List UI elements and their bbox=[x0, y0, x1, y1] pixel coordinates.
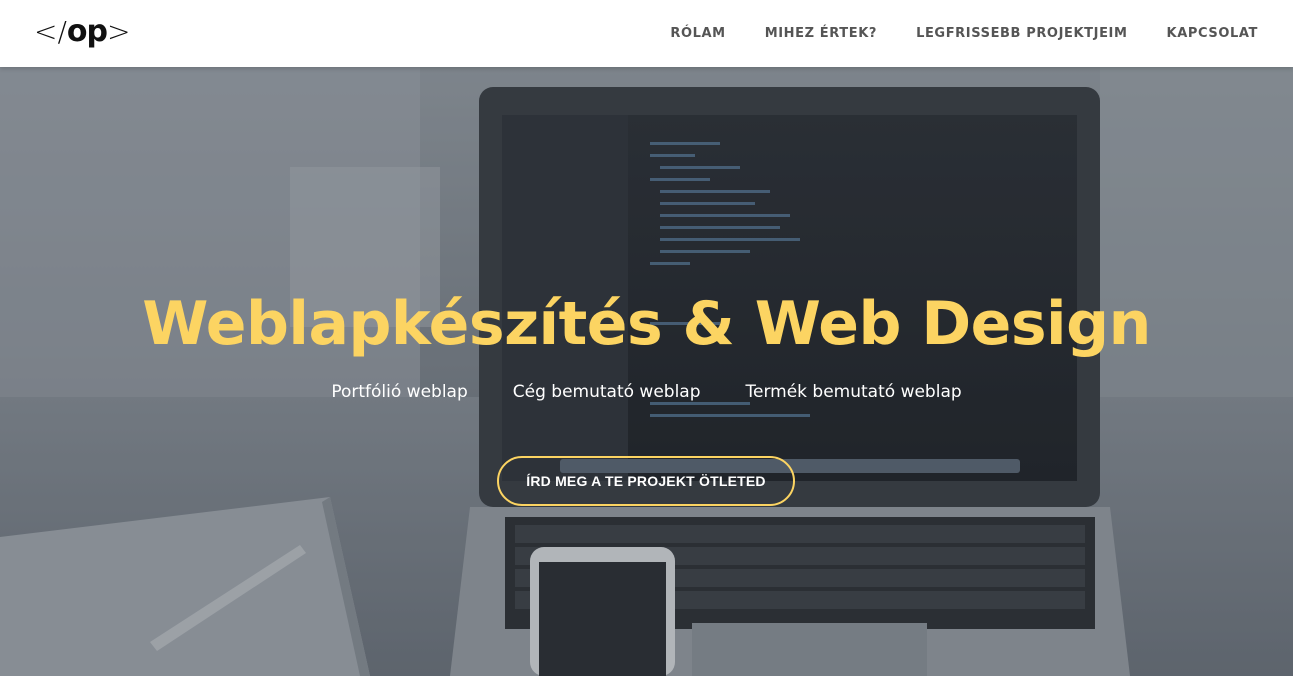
hero-overlay bbox=[0, 67, 1293, 676]
nav-item-kapcsolat[interactable]: KAPCSOLAT bbox=[1167, 26, 1258, 41]
cta-button[interactable]: ÍRD MEG A TE PROJEKT ÖTLETED bbox=[497, 456, 795, 506]
nav-item-mihez-ertek[interactable]: MIHEZ ÉRTEK? bbox=[765, 26, 877, 41]
nav-item-legfrissebb-projektjeim[interactable]: LEGFRISSEBB PROJEKTJEIM bbox=[916, 26, 1127, 41]
hero-section: Weblapkészítés & Web Design Portfólió we… bbox=[0, 67, 1293, 676]
nav-item-rolam[interactable]: RÓLAM bbox=[670, 26, 725, 41]
logo-text: op bbox=[66, 14, 108, 49]
logo-left-bracket: </ bbox=[34, 15, 67, 48]
logo[interactable]: </ op > bbox=[34, 14, 130, 50]
hero-subtitle-portfolio: Portfólió weblap bbox=[331, 382, 468, 402]
logo-right-bracket: > bbox=[107, 15, 131, 48]
hero-subtitle-list: Portfólió weblap Cég bemutató weblap Ter… bbox=[0, 377, 1293, 407]
hero-subtitle-company: Cég bemutató weblap bbox=[512, 382, 701, 402]
site-header: </ op > RÓLAM MIHEZ ÉRTEK? LEGFRISSEBB P… bbox=[0, 0, 1293, 67]
main-nav: RÓLAM MIHEZ ÉRTEK? LEGFRISSEBB PROJEKTJE… bbox=[670, 0, 1258, 67]
hero-title: Weblapkészítés & Web Design bbox=[142, 289, 1151, 359]
hero-subtitle-product: Termék bemutató weblap bbox=[745, 382, 962, 402]
